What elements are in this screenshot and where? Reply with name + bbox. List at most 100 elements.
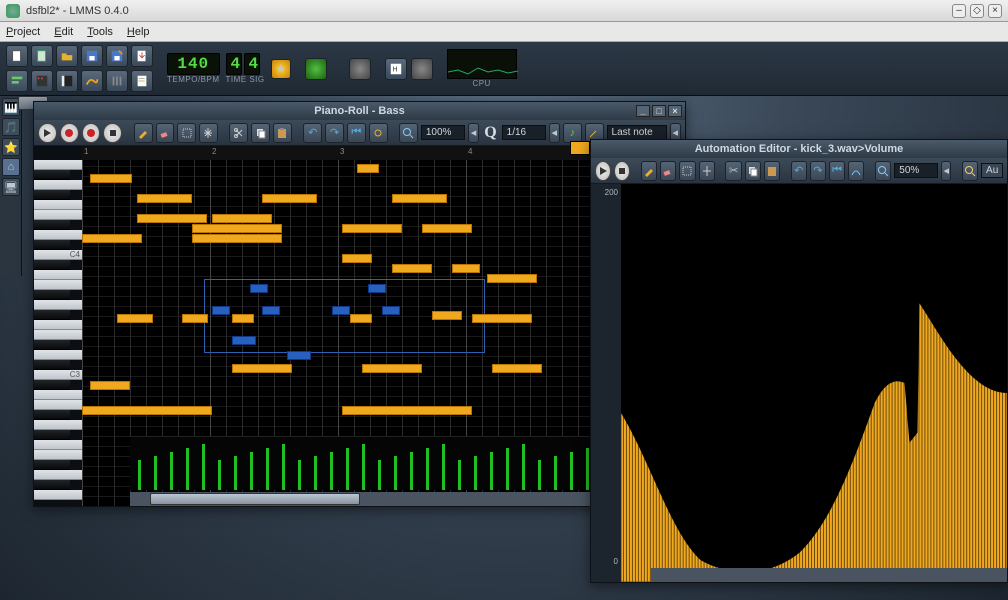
velocity-bar[interactable] (170, 452, 173, 490)
black-key[interactable] (34, 380, 70, 390)
white-key[interactable] (34, 450, 82, 460)
note[interactable] (192, 224, 282, 233)
black-key[interactable] (34, 410, 70, 420)
note-selected[interactable] (382, 306, 400, 315)
new-template-button[interactable] (31, 45, 53, 67)
note-selected[interactable] (212, 306, 230, 315)
black-key[interactable] (34, 260, 70, 270)
quantize-field[interactable] (502, 125, 546, 140)
presets-tab[interactable]: ⭐ (2, 138, 20, 156)
detune-tool[interactable] (199, 123, 218, 143)
note[interactable] (90, 381, 130, 390)
note[interactable] (137, 194, 192, 203)
piano-roll-titlebar[interactable]: Piano-Roll - Bass _ □ × (34, 102, 685, 120)
piano-roll-minimize[interactable]: _ (636, 105, 650, 117)
black-key[interactable] (34, 290, 70, 300)
timesig-num-display[interactable]: 4 (226, 53, 242, 75)
menu-tools[interactable]: Tools (87, 26, 113, 38)
auto-redo-button[interactable]: ↷ (810, 161, 826, 181)
note-selected[interactable] (250, 284, 268, 293)
redo-button[interactable]: ↷ (325, 123, 344, 143)
note[interactable] (182, 314, 208, 323)
white-key[interactable] (34, 280, 82, 290)
menu-project[interactable]: PProjectroject (6, 26, 40, 38)
velocity-bar[interactable] (250, 452, 253, 490)
white-key[interactable]: C3 (34, 370, 82, 380)
auto-skip-back-button[interactable]: ⏮ (829, 161, 845, 181)
auto-draw-tool[interactable] (641, 161, 657, 181)
skip-back-button[interactable]: ⏮ (347, 123, 366, 143)
play-button[interactable] (38, 123, 57, 143)
bb-editor-button[interactable] (31, 70, 53, 92)
note[interactable] (90, 174, 132, 183)
favorite-button[interactable]: ★ (271, 59, 291, 79)
velocity-bar[interactable] (474, 456, 477, 490)
black-key[interactable] (34, 430, 70, 440)
velocity-bar[interactable] (154, 456, 157, 490)
piano-roll-close[interactable]: × (668, 105, 682, 117)
black-key[interactable] (34, 460, 70, 470)
note[interactable] (117, 314, 153, 323)
white-key[interactable] (34, 400, 82, 410)
master-volume-knob[interactable] (305, 58, 327, 80)
select-tool[interactable] (177, 123, 196, 143)
record-button[interactable] (60, 123, 79, 143)
tempo-display[interactable]: 140 (167, 53, 220, 75)
white-key[interactable] (34, 300, 82, 310)
note[interactable] (472, 314, 532, 323)
note[interactable] (452, 264, 480, 273)
velocity-bar[interactable] (266, 448, 269, 490)
automation-hscroll[interactable] (651, 568, 1007, 582)
auto-paste-button[interactable] (764, 161, 780, 181)
loop-button[interactable] (369, 123, 388, 143)
velocity-bar[interactable] (410, 452, 413, 490)
velocity-bar[interactable] (522, 444, 525, 490)
auto-tension-button[interactable] (848, 161, 864, 181)
velocity-bar[interactable] (202, 444, 205, 490)
note[interactable] (422, 224, 472, 233)
note-selected[interactable] (287, 351, 311, 360)
note-selected[interactable] (232, 336, 256, 345)
note[interactable] (487, 274, 537, 283)
note[interactable] (137, 214, 207, 223)
velocity-bar[interactable] (234, 456, 237, 490)
home-tab[interactable]: ⌂ (2, 158, 20, 176)
note[interactable] (362, 364, 422, 373)
save-project-button[interactable] (81, 45, 103, 67)
black-key[interactable] (34, 360, 70, 370)
note[interactable] (432, 311, 462, 320)
auto-undo-button[interactable]: ↶ (791, 161, 807, 181)
note[interactable] (82, 234, 142, 243)
auto-move-tool[interactable] (699, 161, 715, 181)
velocity-bar[interactable] (570, 452, 573, 490)
stop-button[interactable] (103, 123, 122, 143)
velocity-bar[interactable] (506, 448, 509, 490)
note-selected[interactable] (332, 306, 350, 315)
black-key[interactable] (34, 240, 70, 250)
fx-mixer-button[interactable] (106, 70, 128, 92)
auto-zoom-field[interactable] (894, 163, 938, 178)
copy-button[interactable] (251, 123, 270, 143)
paste-button[interactable] (273, 123, 292, 143)
piano-roll-button[interactable] (56, 70, 78, 92)
automation-editor-button[interactable] (81, 70, 103, 92)
note[interactable] (357, 164, 379, 173)
auto-stop-button[interactable] (614, 161, 630, 181)
master-pitch-knob[interactable] (349, 58, 371, 80)
menu-edit[interactable]: Edit (54, 26, 73, 38)
black-key[interactable] (34, 190, 70, 200)
white-key[interactable] (34, 270, 82, 280)
zoom-spinner[interactable]: ◂ (468, 123, 479, 143)
white-key[interactable] (34, 420, 82, 430)
os-close-button[interactable]: × (988, 4, 1002, 18)
velocity-bar[interactable] (426, 448, 429, 490)
auto-copy-button[interactable] (745, 161, 761, 181)
white-key[interactable] (34, 330, 82, 340)
black-key[interactable] (34, 310, 70, 320)
menu-help[interactable]: Help (127, 26, 150, 38)
note-length-field[interactable] (607, 125, 667, 140)
piano-hscroll-thumb[interactable] (150, 493, 360, 505)
erase-tool[interactable] (156, 123, 175, 143)
note[interactable] (392, 264, 432, 273)
velocity-bar[interactable] (138, 460, 141, 490)
